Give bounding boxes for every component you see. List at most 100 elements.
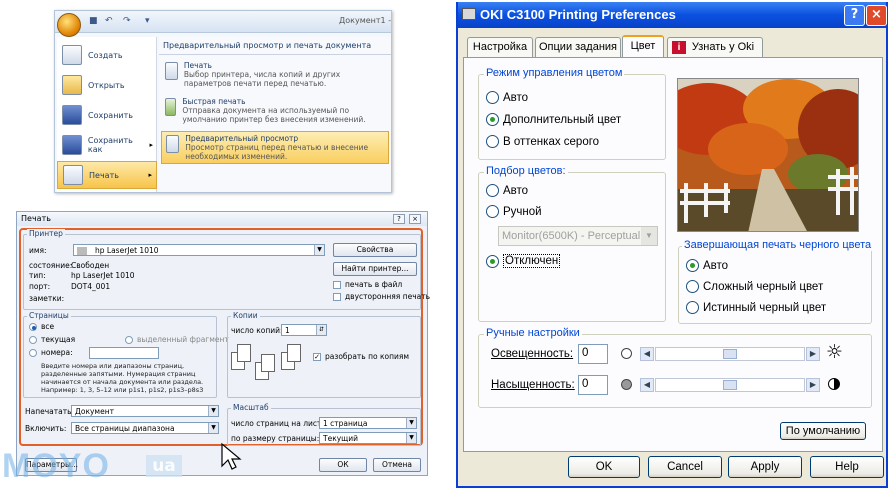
help-button[interactable]: Help bbox=[810, 456, 884, 478]
redo-icon[interactable]: ↷ bbox=[123, 16, 133, 26]
radio[interactable] bbox=[686, 259, 699, 272]
saturation-left-arrow[interactable]: ◀ bbox=[640, 378, 654, 392]
menu-item-label: Сохранить как bbox=[87, 136, 133, 154]
menu-item-label: Открыть bbox=[88, 80, 125, 90]
pages-all-radio[interactable] bbox=[29, 323, 37, 331]
save-icon[interactable]: ■ bbox=[89, 16, 99, 26]
slider-thumb[interactable] bbox=[723, 349, 737, 359]
radio[interactable] bbox=[486, 205, 499, 218]
print-what-select[interactable]: Документ ▼ bbox=[71, 405, 219, 417]
cancel-button[interactable]: Отмена bbox=[373, 458, 421, 472]
menu-item-label: Сохранить bbox=[88, 110, 133, 120]
pages-hint: Введите номера или диапазоны страниц, ра… bbox=[41, 362, 204, 394]
pps-label: число страниц на листе: bbox=[231, 419, 329, 428]
brightness-label: Освещенность: bbox=[491, 348, 574, 360]
fit-select[interactable]: Текущий ▼ bbox=[319, 432, 417, 444]
help-icon[interactable]: ? bbox=[844, 5, 865, 26]
printer-name-select[interactable]: hp LaserJet 1010 ▼ bbox=[73, 244, 325, 256]
new-document-icon bbox=[62, 45, 82, 65]
pps-select[interactable]: 1 страница ▼ bbox=[319, 417, 417, 429]
saturation-right-arrow[interactable]: ▶ bbox=[806, 378, 820, 392]
ok-button[interactable]: ОК bbox=[319, 458, 367, 472]
pages-numbers-input[interactable] bbox=[89, 347, 159, 359]
office-button[interactable] bbox=[57, 13, 81, 37]
match-manual[interactable]: Ручной bbox=[486, 205, 542, 218]
pages-current-label: текущая bbox=[41, 335, 76, 344]
copies-input[interactable]: 1 ⇵ bbox=[281, 324, 327, 336]
slider-thumb[interactable] bbox=[723, 380, 737, 390]
menu-item-new[interactable]: Создать bbox=[57, 41, 157, 69]
undo-icon[interactable]: ↶ bbox=[105, 16, 115, 26]
submenu-item-desc: Выбор принтера, числа копий и других пар… bbox=[183, 70, 341, 88]
ok-button[interactable]: OK bbox=[568, 456, 640, 478]
manual-settings-group bbox=[478, 334, 872, 408]
radio[interactable] bbox=[686, 280, 699, 293]
print-preview-icon bbox=[166, 135, 180, 153]
oki-preferences-dialog: OKI C3100 Printing Preferences ? × Настр… bbox=[456, 2, 888, 488]
spinner-icon[interactable]: ⇵ bbox=[316, 325, 326, 335]
radio[interactable] bbox=[486, 184, 499, 197]
saturation-slider[interactable] bbox=[655, 378, 805, 392]
brightness-left-arrow[interactable]: ◀ bbox=[640, 347, 654, 361]
submenu-item-preview[interactable]: Предварительный просмотр Просмотр страниц… bbox=[161, 131, 389, 164]
tab-color[interactable]: Цвет bbox=[622, 35, 664, 58]
apply-button[interactable]: Apply bbox=[728, 456, 802, 478]
find-printer-button[interactable]: Найти принтер... bbox=[333, 262, 417, 276]
menu-item-save-as[interactable]: Сохранить как ▸ bbox=[57, 131, 157, 159]
radio[interactable] bbox=[486, 135, 499, 148]
chevron-down-icon: ▼ bbox=[641, 227, 657, 245]
submenu-item-quick-print[interactable]: Быстрая печать Отправка документа на испо… bbox=[161, 95, 389, 128]
menu-item-label: Создать bbox=[88, 50, 123, 60]
tab-job-options[interactable]: Опции задания bbox=[535, 37, 621, 57]
pages-numbers-radio[interactable] bbox=[29, 349, 37, 357]
fit-value: Текущий bbox=[323, 434, 358, 443]
close-icon[interactable]: × bbox=[409, 214, 421, 224]
collate-checkbox[interactable]: ✓ bbox=[313, 353, 321, 361]
default-button[interactable]: По умолчанию bbox=[780, 422, 866, 440]
copies-label: число копий: bbox=[231, 326, 283, 335]
menu-item-print[interactable]: Печать ▸ bbox=[57, 161, 157, 189]
close-icon[interactable]: × bbox=[866, 5, 887, 26]
brightness-right-arrow[interactable]: ▶ bbox=[806, 347, 820, 361]
page-icon bbox=[261, 354, 275, 372]
radio[interactable] bbox=[686, 301, 699, 314]
printer-icon bbox=[462, 8, 476, 20]
duplex-checkbox[interactable] bbox=[333, 293, 341, 301]
print-to-file-checkbox[interactable] bbox=[333, 281, 341, 289]
dim-circle-icon bbox=[621, 348, 632, 359]
black-finish-group-label: Завершающая печать черного цвета bbox=[682, 239, 874, 251]
chevron-right-icon: ▸ bbox=[148, 171, 152, 179]
pages-numbers-label: номера: bbox=[41, 348, 73, 357]
radio[interactable] bbox=[486, 254, 499, 268]
brightness-slider[interactable] bbox=[655, 347, 805, 361]
monitor-profile-select[interactable]: Monitor(6500K) - Perceptual ▼ bbox=[498, 226, 658, 246]
radio[interactable] bbox=[486, 91, 499, 104]
properties-button[interactable]: Свойства bbox=[333, 243, 417, 257]
color-match-group-label: Подбор цветов: bbox=[484, 165, 568, 177]
black-true[interactable]: Истинный черный цвет bbox=[686, 301, 826, 314]
black-auto[interactable]: Авто bbox=[686, 259, 728, 272]
customize-chevron-icon[interactable]: ▾ bbox=[145, 16, 155, 26]
brightness-input[interactable]: 0 bbox=[578, 344, 608, 364]
black-composite[interactable]: Сложный черный цвет bbox=[686, 280, 823, 293]
menu-item-open[interactable]: Открыть bbox=[57, 71, 157, 99]
color-mode-advanced[interactable]: Дополнительный цвет bbox=[486, 113, 621, 126]
match-auto[interactable]: Авто bbox=[486, 184, 528, 197]
type-value: hp LaserJet 1010 bbox=[71, 271, 135, 280]
cancel-button[interactable]: Cancel bbox=[648, 456, 722, 478]
submenu-item-print[interactable]: Печать Выбор принтера, числа копий и друг… bbox=[161, 59, 389, 92]
menu-item-save[interactable]: Сохранить bbox=[57, 101, 157, 129]
match-off[interactable]: Отключен bbox=[486, 254, 561, 268]
radio[interactable] bbox=[486, 113, 499, 126]
help-icon[interactable]: ? bbox=[393, 214, 405, 224]
color-mode-grayscale[interactable]: В оттенках серого bbox=[486, 135, 599, 148]
tab-setup[interactable]: Настройка bbox=[467, 37, 533, 57]
pages-selection-radio[interactable] bbox=[125, 336, 133, 344]
watermark-tld: ua bbox=[146, 455, 182, 477]
tab-ask-oki[interactable]: i Узнать у Oki bbox=[667, 37, 763, 57]
fit-label: по размеру страницы: bbox=[231, 434, 320, 443]
saturation-input[interactable]: 0 bbox=[578, 375, 608, 395]
pages-current-radio[interactable] bbox=[29, 336, 37, 344]
color-mode-auto[interactable]: Авто bbox=[486, 91, 528, 104]
include-select[interactable]: Все страницы диапазона ▼ bbox=[71, 422, 219, 434]
